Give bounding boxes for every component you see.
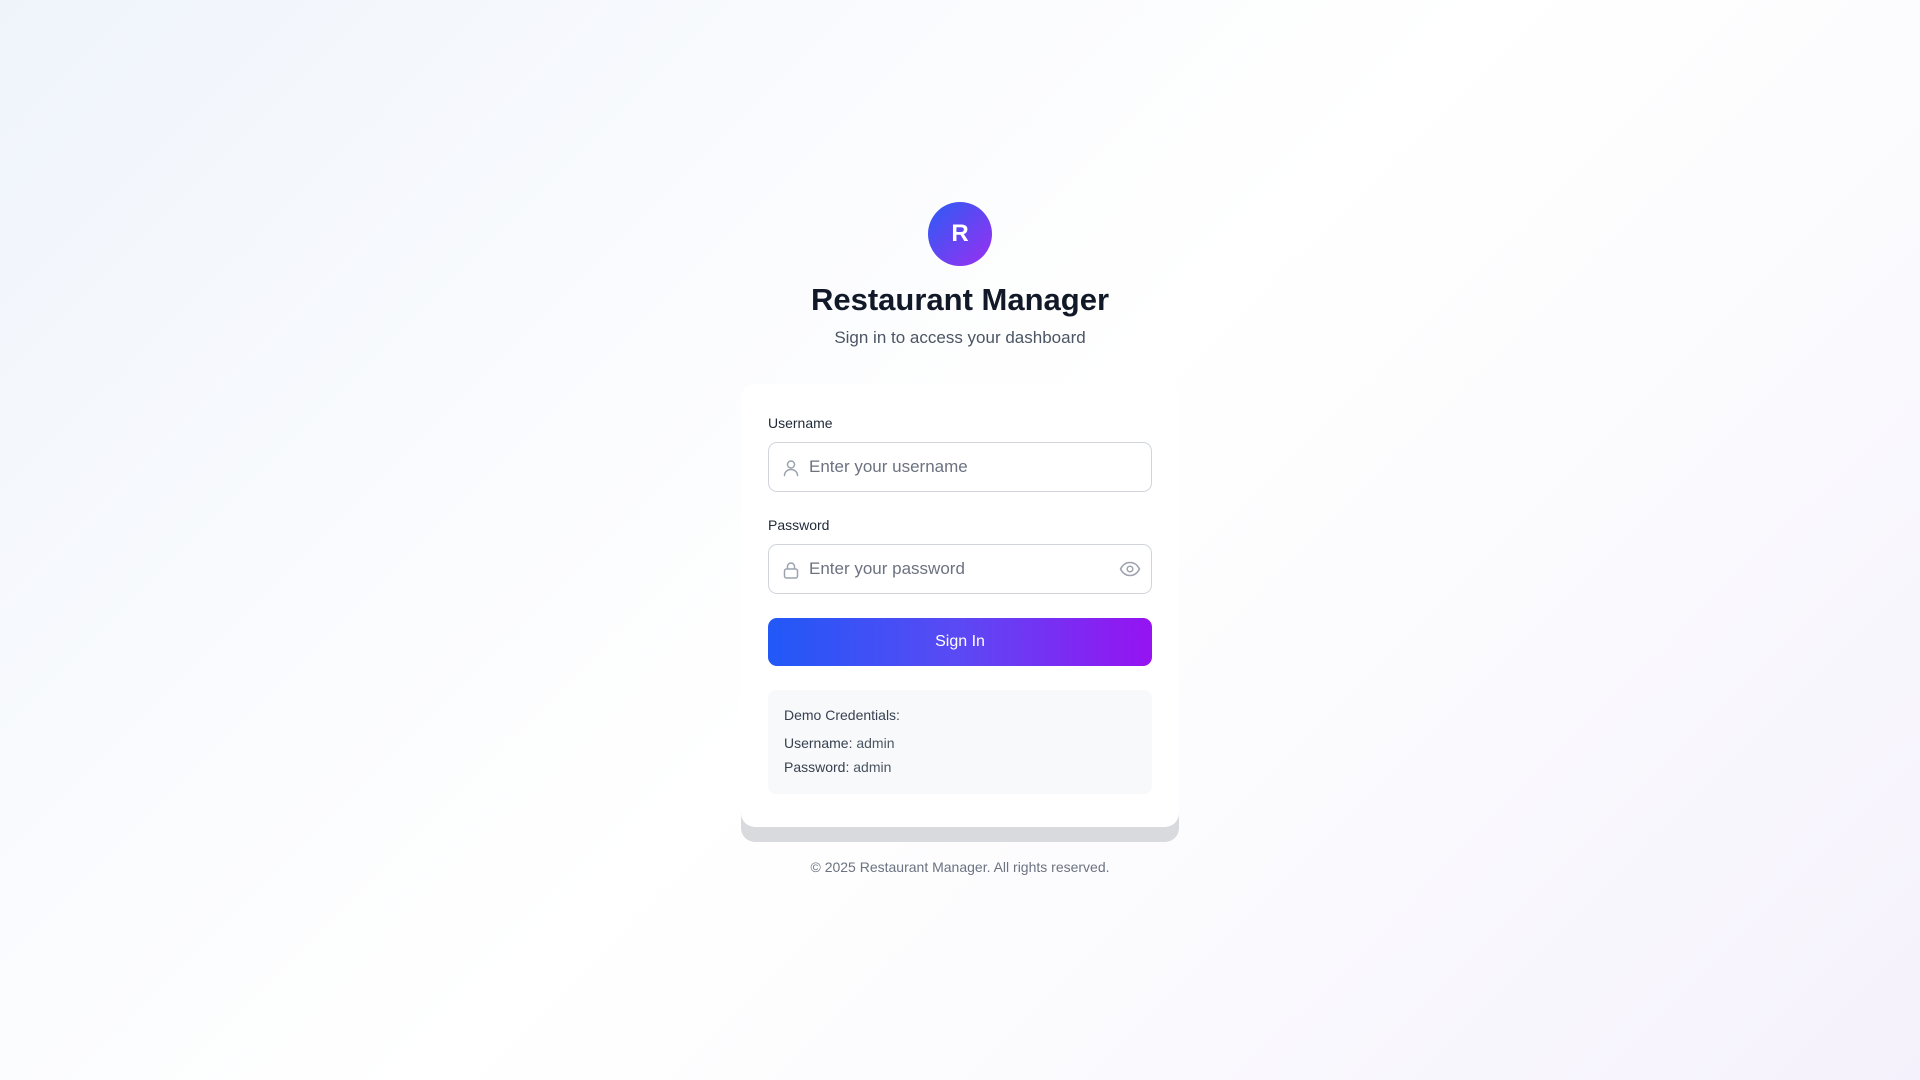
logo-letter: R: [951, 220, 969, 247]
demo-password-key: Password:: [784, 759, 850, 775]
demo-credentials-box: Demo Credentials: Username: admin Passwo…: [768, 690, 1152, 794]
demo-password-row: Password: admin: [784, 759, 891, 775]
page-title: Restaurant Manager: [810, 282, 1110, 317]
demo-credentials-heading: Demo Credentials:: [784, 707, 900, 723]
username-label: Username: [768, 415, 833, 431]
app-logo: R: [928, 202, 992, 266]
eye-icon[interactable]: [1119, 559, 1141, 579]
page-subtitle: Sign in to access your dashboard: [834, 328, 1086, 347]
lock-icon: [783, 562, 799, 579]
username-input[interactable]: [809, 443, 1109, 491]
password-field: [768, 544, 1152, 594]
sign-in-button[interactable]: Sign In: [768, 618, 1152, 666]
footer-copyright: © 2025 Restaurant Manager. All rights re…: [810, 859, 1110, 875]
demo-password-value: admin: [853, 759, 892, 775]
login-card: Username Password Sign In Demo Credentia…: [741, 384, 1179, 827]
demo-username-row: Username: admin: [784, 735, 895, 751]
password-input[interactable]: [809, 545, 1109, 593]
demo-username-key: Username:: [784, 735, 853, 751]
password-label: Password: [768, 517, 830, 533]
username-field: [768, 442, 1152, 492]
user-icon: [783, 460, 799, 477]
demo-username-value: admin: [856, 735, 895, 751]
